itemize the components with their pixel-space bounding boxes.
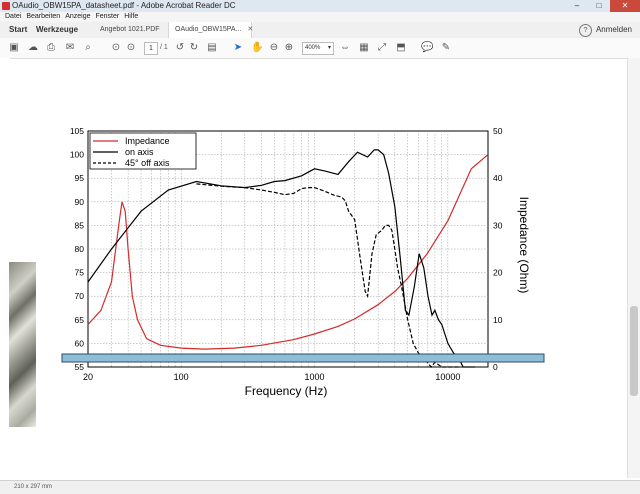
legend: Impedance on axis 45° off axis <box>89 132 197 170</box>
x-tick-label: 100 <box>174 372 189 382</box>
left-tick-label: 85 <box>75 220 85 230</box>
scrollbar-thumb[interactable] <box>630 306 638 396</box>
legend-impedance: Impedance <box>125 136 170 146</box>
left-tick-label: 65 <box>75 315 85 325</box>
right-tick-label: 0 <box>493 362 498 372</box>
legend-off-axis: 45° off axis <box>125 158 170 168</box>
right-axis-label: Impedance (Ohm) <box>517 197 531 294</box>
right-tick-label: 30 <box>493 220 503 230</box>
left-axis-ticks: 55 60 65 70 75 80 85 90 95 100 105 <box>70 126 84 372</box>
left-tick-label: 100 <box>70 150 84 160</box>
x-axis-label: Frequency (Hz) <box>245 384 328 398</box>
right-tick-label: 40 <box>493 173 503 183</box>
left-tick-label: 90 <box>75 197 85 207</box>
left-tick-label: 80 <box>75 244 85 254</box>
x-tick-label: 20 <box>83 372 93 382</box>
right-tick-label: 10 <box>493 315 503 325</box>
frequency-response-chart: 55 60 65 70 75 80 85 90 95 100 105 0 10 20 30 40 50 20 1… <box>61 126 545 398</box>
highlight-bar <box>61 353 545 363</box>
status-bar: 210 x 297 mm <box>0 480 640 494</box>
page-size-label: 210 x 297 mm <box>14 484 53 490</box>
right-tick-label: 20 <box>493 268 503 278</box>
legend-on-axis: on axis <box>125 147 154 157</box>
right-axis-ticks: 0 10 20 30 40 50 <box>493 126 503 372</box>
left-tick-label: 95 <box>75 173 85 183</box>
vertical-scrollbar[interactable] <box>627 58 640 478</box>
x-axis-ticks: 20 100 1000 10000 <box>83 372 460 382</box>
x-tick-label: 10000 <box>435 372 460 382</box>
x-tick-label: 1000 <box>305 372 325 382</box>
right-tick-label: 50 <box>493 126 503 136</box>
left-tick-label: 70 <box>75 291 85 301</box>
left-tick-label: 105 <box>70 126 84 136</box>
left-tick-label: 55 <box>75 362 85 372</box>
left-tick-label: 75 <box>75 268 85 278</box>
left-tick-label: 60 <box>75 338 85 348</box>
